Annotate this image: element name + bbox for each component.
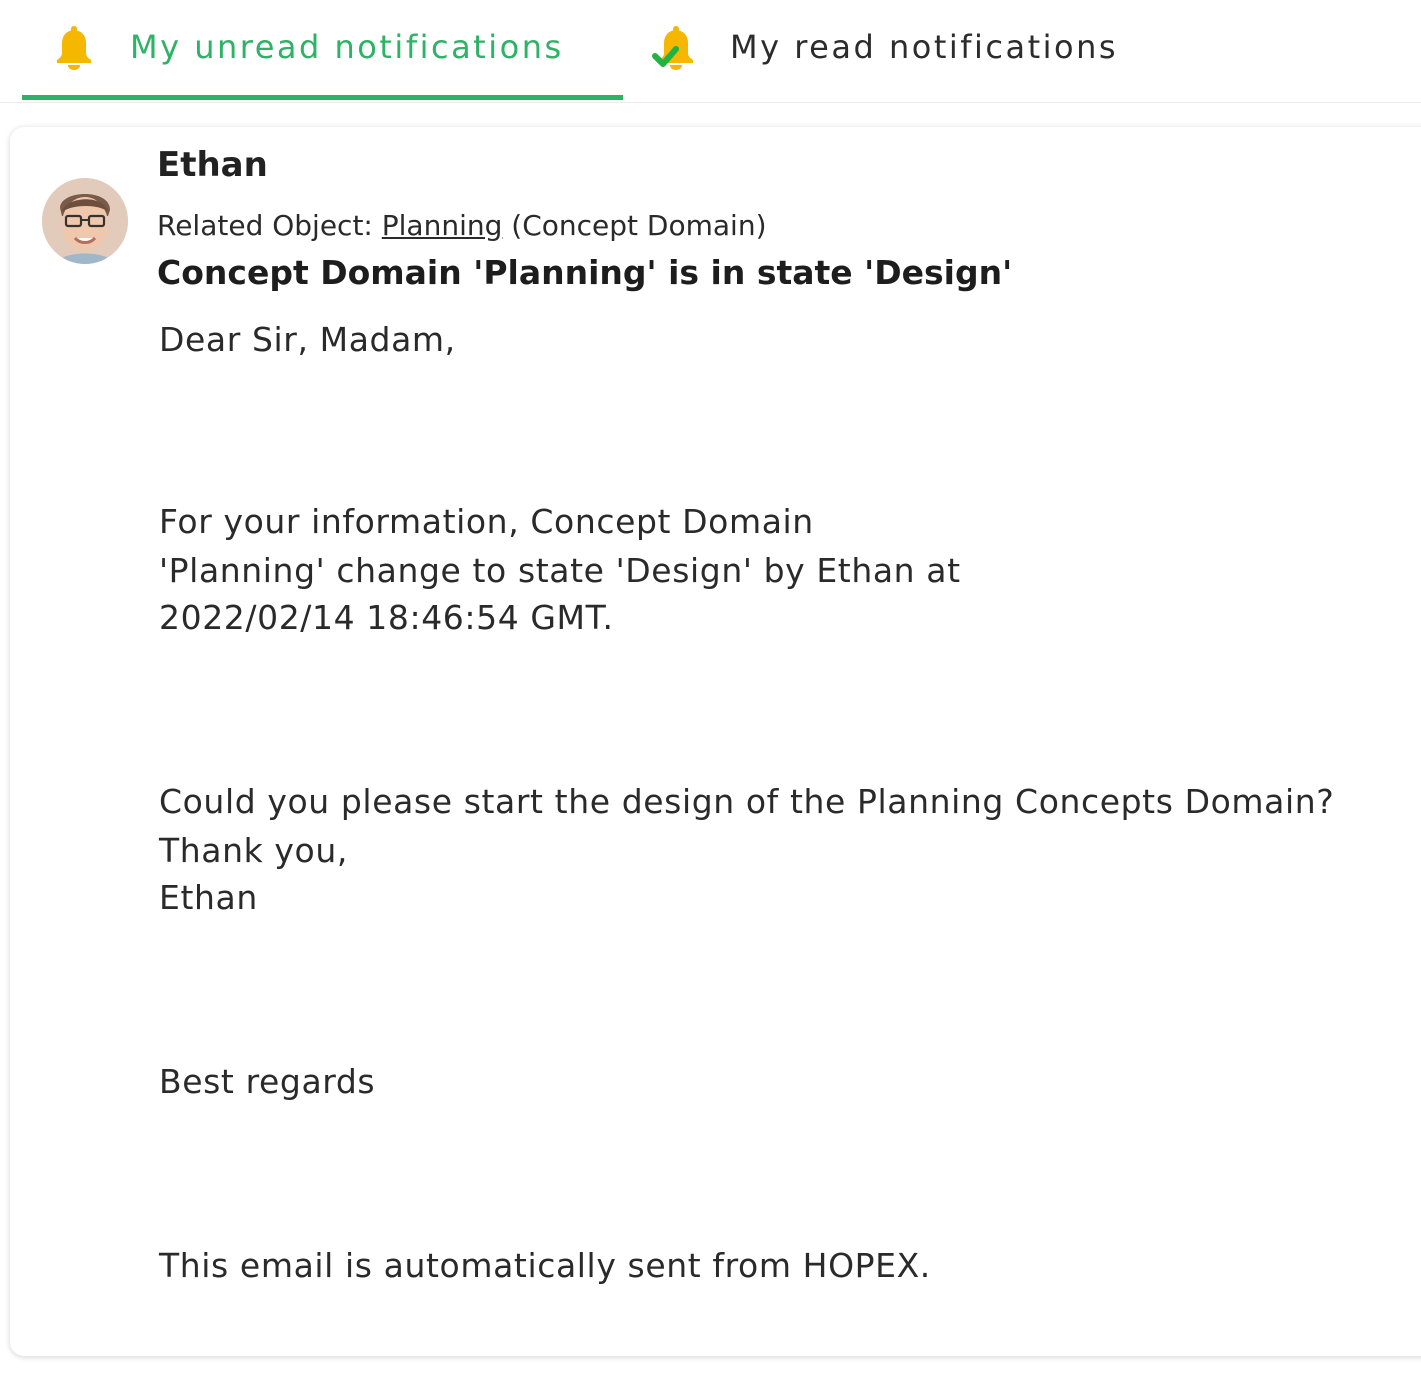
- bell-icon: [52, 23, 96, 71]
- notification-card[interactable]: Ethan Related Object: Planning (Concept …: [10, 127, 1421, 1356]
- notification-tabs: My unread notifications My read notifica…: [0, 0, 1421, 103]
- body-info-line-3: 2022/02/14 18:46:54 GMT.: [159, 598, 614, 637]
- body-footer: This email is automatically sent from HO…: [159, 1246, 931, 1285]
- body-info-line-1: For your information, Concept Domain: [159, 502, 814, 541]
- body-thanks: Thank you,: [159, 831, 348, 870]
- notifications-page: My unread notifications My read notifica…: [0, 0, 1421, 1384]
- related-object-prefix: Related Object:: [157, 209, 382, 242]
- body-request: Could you please start the design of the…: [159, 782, 1335, 821]
- bell-check-icon: [652, 23, 696, 71]
- related-object-link[interactable]: Planning: [382, 209, 503, 242]
- tab-read-notifications[interactable]: My read notifications: [640, 0, 1180, 100]
- body-info-line-2: 'Planning' change to state 'Design' by E…: [159, 551, 961, 590]
- body-signature: Ethan: [159, 878, 258, 917]
- notification-subject: Concept Domain 'Planning' is in state 'D…: [157, 253, 1013, 292]
- tab-read-label: My read notifications: [730, 27, 1119, 66]
- tab-unread-notifications[interactable]: My unread notifications: [22, 0, 623, 100]
- related-object-type: (Concept Domain): [502, 209, 767, 242]
- tab-unread-label: My unread notifications: [130, 27, 564, 66]
- sender-name: Ethan: [157, 145, 268, 185]
- body-greeting: Dear Sir, Madam,: [159, 320, 456, 359]
- body-closing: Best regards: [159, 1062, 376, 1101]
- avatar: [42, 178, 128, 264]
- related-object: Related Object: Planning (Concept Domain…: [157, 209, 767, 242]
